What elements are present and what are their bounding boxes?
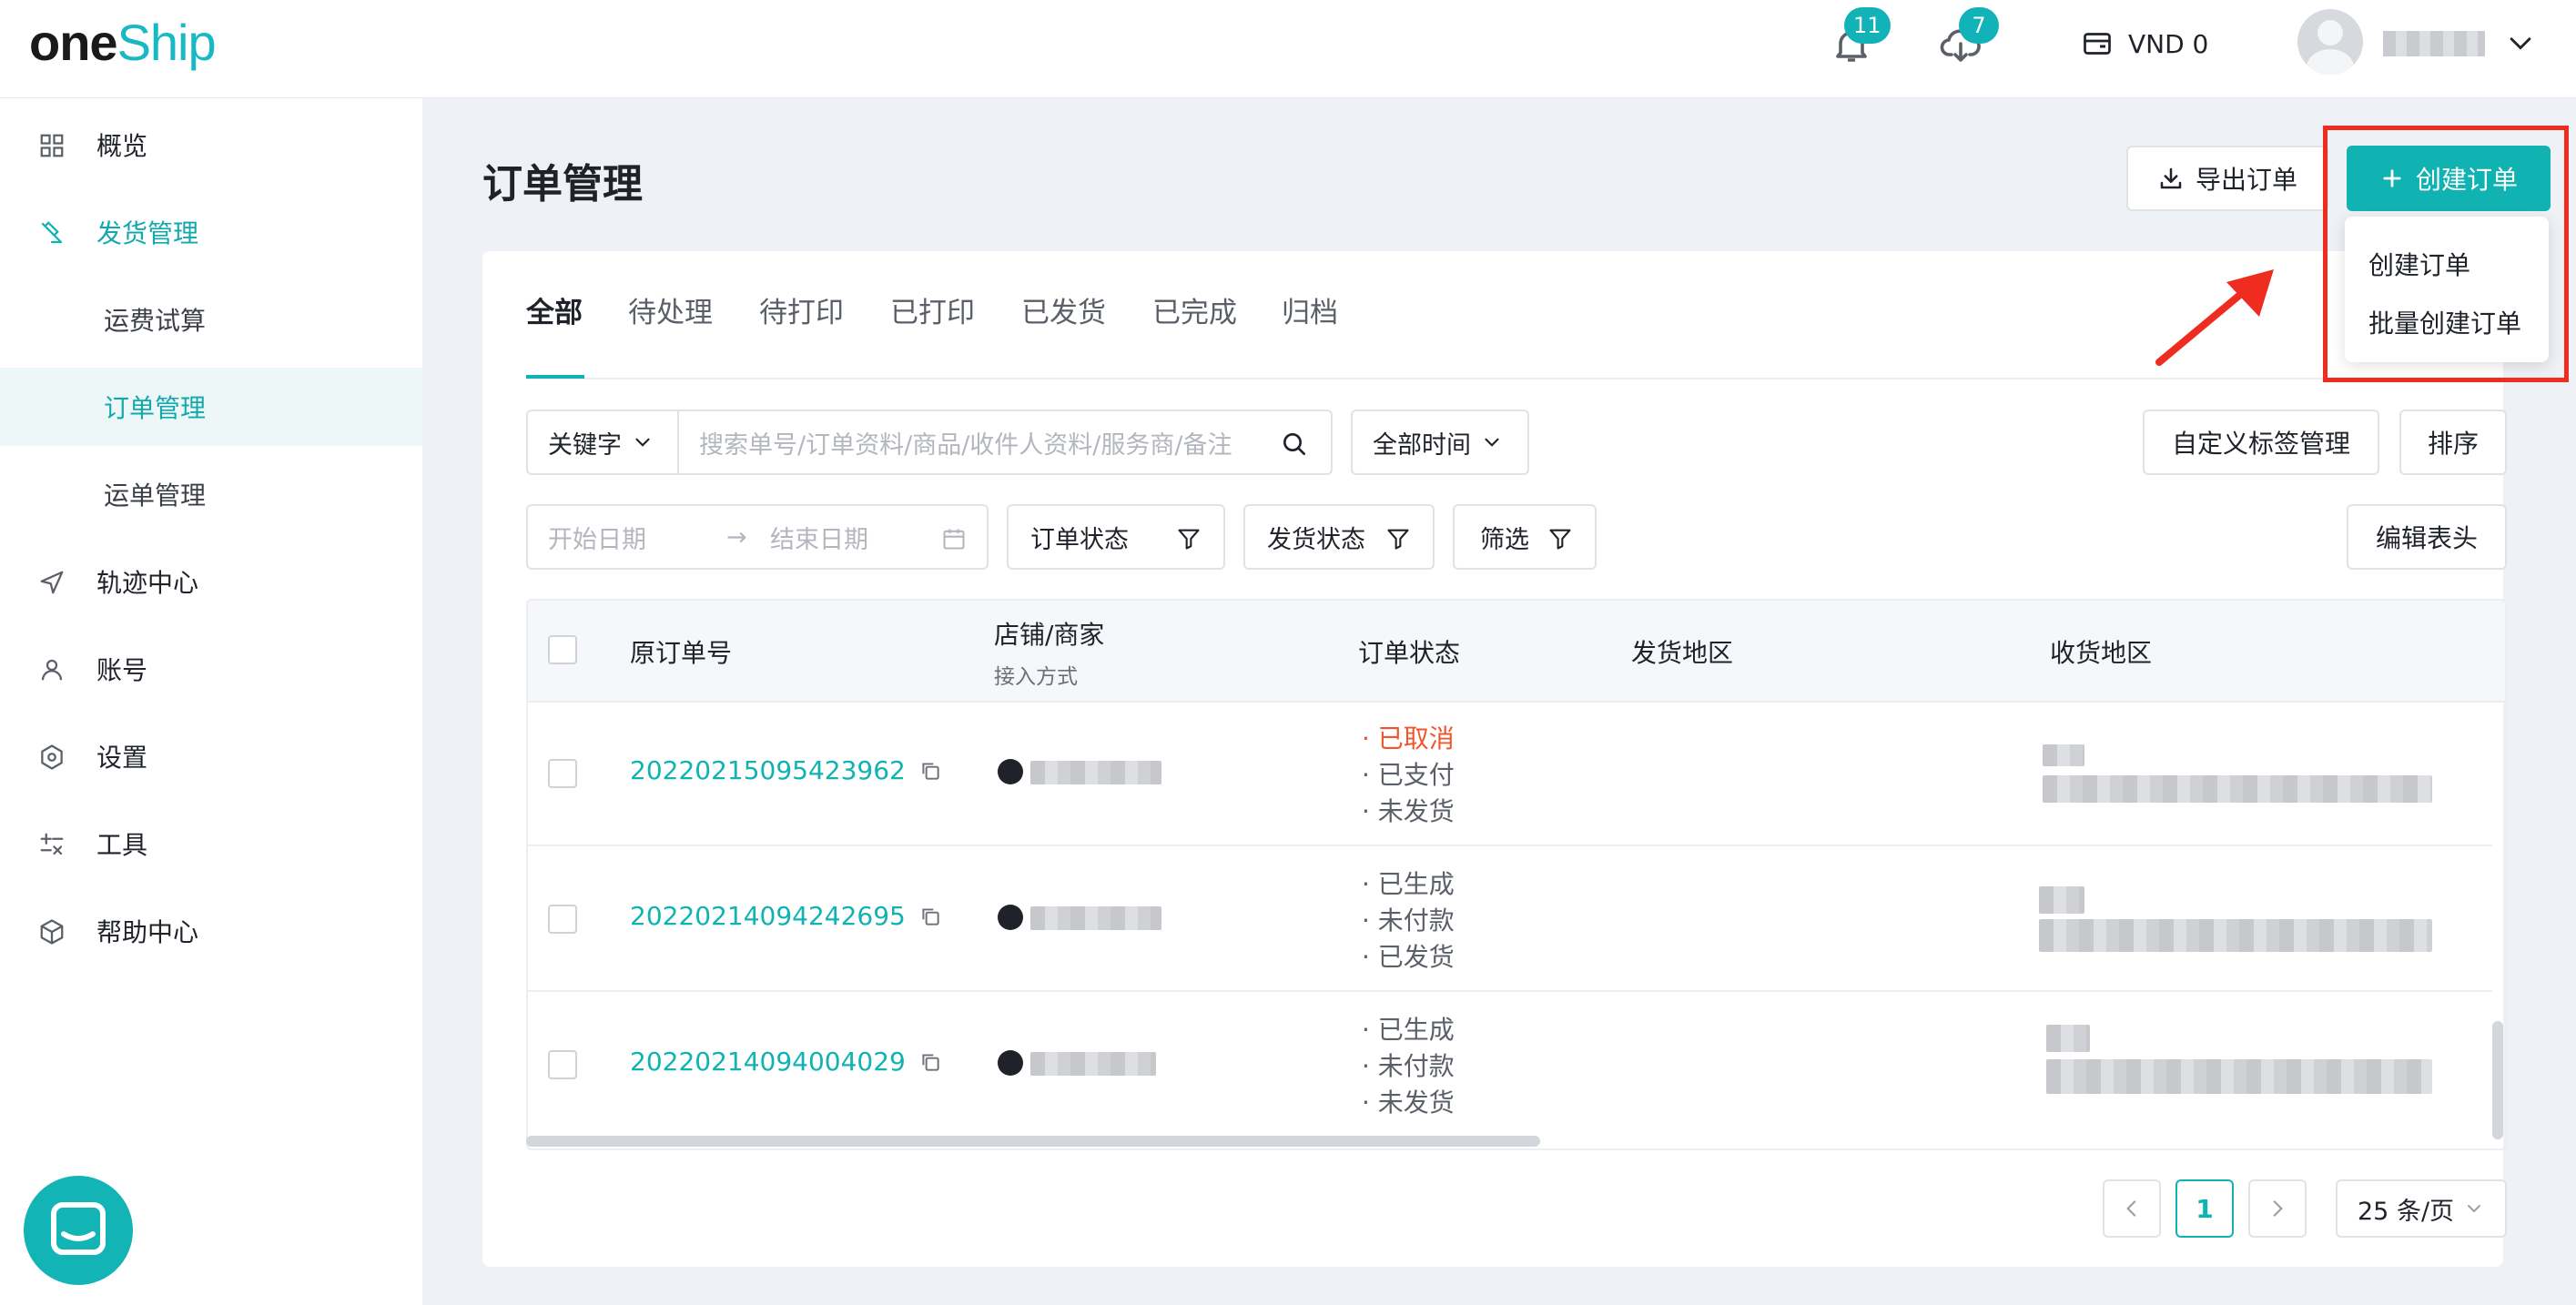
time-range-select[interactable]: 全部时间 — [1351, 410, 1529, 475]
navigation-icon — [40, 571, 64, 594]
calendar-icon — [943, 529, 965, 550]
tab-shipped[interactable]: 已发货 — [1021, 289, 1106, 330]
wallet-label: VND 0 — [2128, 28, 2209, 59]
filter-icon — [1178, 529, 1200, 550]
sidebar-item-label: 运单管理 — [104, 481, 207, 511]
ship-status-filter-label: 发货状态 — [1267, 525, 1365, 554]
sidebar-item-shipping[interactable]: 发货管理 — [0, 193, 422, 271]
sidebar-item-help[interactable]: 帮助中心 — [0, 892, 422, 970]
chevron-down-icon[interactable] — [2505, 27, 2536, 58]
sidebar-item-label: 概览 — [96, 131, 148, 161]
keyword-select-label: 关键字 — [548, 430, 622, 460]
notification-badge: 11 — [1844, 7, 1891, 44]
annotation-arrow-icon — [2155, 269, 2274, 366]
sidebar-item-label: 设置 — [96, 743, 148, 773]
page-size-select[interactable]: 25 条/页 — [2336, 1179, 2507, 1238]
tab-to-print[interactable]: 待打印 — [759, 289, 844, 330]
sidebar-item-label: 账号 — [96, 655, 148, 685]
grid-icon — [40, 134, 64, 157]
oneship-logo[interactable]: oneShip — [29, 13, 217, 72]
order-status-filter-label: 订单状态 — [1030, 525, 1129, 554]
sort-button[interactable]: 排序 — [2399, 410, 2507, 475]
sidebar-item-freight-calc[interactable]: 运费试算 — [0, 280, 422, 359]
sidebar-item-label: 运费试算 — [104, 306, 207, 336]
chevron-down-icon — [2468, 1205, 2481, 1213]
tab-completed[interactable]: 已完成 — [1152, 289, 1237, 330]
chevron-left-icon — [2126, 1200, 2136, 1217]
sidebar-item-label: 订单管理 — [104, 393, 207, 423]
active-tab-indicator — [526, 375, 584, 379]
download-icon — [2160, 167, 2182, 189]
tabs-divider — [526, 378, 2490, 379]
tools-icon — [40, 833, 64, 855]
sidebar-item-label: 帮助中心 — [96, 917, 199, 947]
tab-printed[interactable]: 已打印 — [890, 289, 975, 330]
settings-icon — [41, 744, 63, 770]
shipping-icon — [41, 221, 63, 244]
wallet-icon — [2084, 33, 2111, 55]
sidebar-item-label: 发货管理 — [96, 218, 199, 248]
sidebar-item-label: 轨迹中心 — [96, 568, 199, 598]
sidebar-item-tracking[interactable]: 轨迹中心 — [0, 542, 422, 621]
top-bar: oneShip 11 7 VND 0 — [0, 0, 2576, 98]
tab-pending[interactable]: 待处理 — [628, 289, 713, 330]
chevron-down-icon — [1485, 438, 1499, 447]
page-title: 订单管理 — [482, 161, 643, 207]
sidebar-item-overview[interactable]: 概览 — [0, 106, 422, 184]
start-date-placeholder: 开始日期 — [548, 525, 646, 554]
sidebar-item-label: 工具 — [96, 830, 148, 860]
search-icon[interactable] — [1280, 430, 1309, 459]
sort-label: 排序 — [2427, 429, 2479, 459]
date-range-picker[interactable]: 开始日期 → 结束日期 — [526, 504, 989, 570]
page-number-button[interactable]: 1 — [2175, 1179, 2234, 1238]
sidebar: 概览 发货管理 运费试算 订单管理 运单管理 轨迹中心 账号 设置 工具 帮助中… — [0, 98, 422, 1305]
edit-header-button[interactable]: 编辑表头 — [2347, 504, 2507, 570]
sidebar-item-settings[interactable]: 设置 — [0, 717, 422, 795]
sidebar-item-waybill[interactable]: 运单管理 — [0, 455, 422, 533]
table-frame — [526, 599, 2507, 1150]
prev-page-button[interactable] — [2103, 1179, 2161, 1238]
wallet-balance[interactable]: VND 0 — [2081, 27, 2208, 60]
order-status-filter[interactable]: 订单状态 — [1007, 504, 1225, 570]
export-orders-label: 导出订单 — [2195, 165, 2297, 195]
more-filters-button[interactable]: 筛选 — [1453, 504, 1597, 570]
custom-tags-button[interactable]: 自定义标签管理 — [2143, 410, 2379, 475]
chat-launcher-button[interactable] — [24, 1176, 133, 1285]
tab-all[interactable]: 全部 — [526, 289, 583, 330]
next-page-button[interactable] — [2248, 1179, 2307, 1238]
username-blurred — [2383, 31, 2485, 56]
avatar[interactable] — [2297, 9, 2363, 75]
chevron-down-icon — [635, 438, 650, 447]
page-size-label: 25 条/页 — [2358, 1197, 2455, 1226]
search-placeholder: 搜索单号/订单资料/商品/收件人资料/服务商/备注 — [699, 430, 1232, 460]
sidebar-item-tools[interactable]: 工具 — [0, 804, 422, 883]
annotation-highlight-box — [2323, 126, 2569, 382]
vertical-scrollbar[interactable] — [2492, 1021, 2503, 1139]
date-arrow: → — [726, 522, 747, 551]
user-icon — [41, 659, 63, 681]
keyword-select[interactable]: 关键字 — [526, 410, 679, 475]
time-range-label: 全部时间 — [1373, 430, 1471, 460]
custom-tags-label: 自定义标签管理 — [2171, 429, 2350, 459]
sidebar-item-order-management[interactable]: 订单管理 — [0, 368, 422, 446]
chat-icon — [51, 1202, 106, 1255]
end-date-placeholder: 结束日期 — [770, 525, 868, 554]
tab-archived[interactable]: 归档 — [1282, 289, 1338, 330]
chevron-right-icon — [2273, 1200, 2283, 1217]
package-icon — [40, 919, 64, 945]
more-filters-label: 筛选 — [1480, 525, 1529, 554]
filter-icon — [1387, 529, 1409, 550]
export-orders-button[interactable]: 导出订单 — [2126, 146, 2328, 211]
horizontal-scrollbar[interactable] — [526, 1136, 1540, 1147]
filter-icon — [1549, 529, 1571, 550]
sidebar-item-account[interactable]: 账号 — [0, 630, 422, 708]
ship-status-filter[interactable]: 发货状态 — [1243, 504, 1435, 570]
search-input[interactable]: 搜索单号/订单资料/商品/收件人资料/服务商/备注 — [677, 410, 1333, 475]
download-badge: 7 — [1959, 7, 1999, 44]
edit-header-label: 编辑表头 — [2375, 523, 2478, 553]
